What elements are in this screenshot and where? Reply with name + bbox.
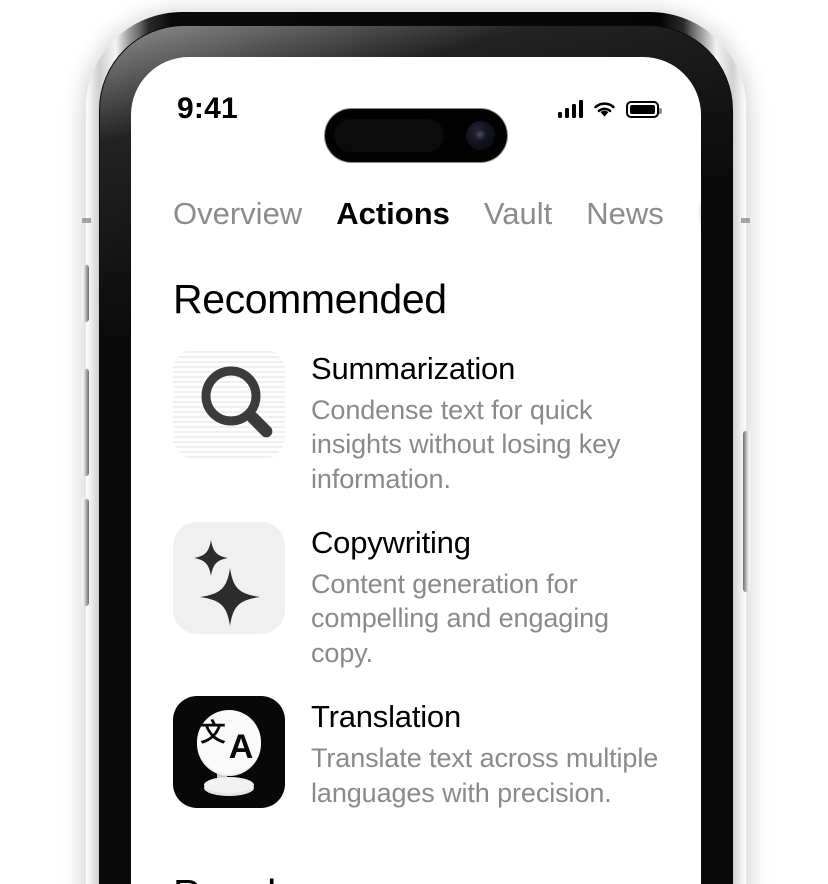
volume-up-button[interactable] [82, 368, 89, 476]
magnifying-glass-icon [173, 348, 285, 460]
list-item-title: Translation [311, 699, 461, 735]
list-item-description: Content generation for compelling and en… [311, 568, 609, 668]
phone-screen: 9:41 Overview Actions Vault News Recomme… [131, 57, 701, 884]
sparkles-icon [173, 522, 285, 635]
dynamic-island-pill [334, 119, 444, 152]
power-button[interactable] [743, 430, 750, 592]
volume-down-button[interactable] [82, 498, 89, 606]
signal-bars-icon [557, 100, 583, 118]
list-item[interactable]: Copywriting Content generation for compe… [173, 509, 659, 683]
list-item[interactable]: Summarization Condense text for quick in… [173, 335, 659, 509]
list-item-description: Condense text for quick insights without… [311, 394, 621, 494]
antenna-line-right [741, 218, 750, 223]
screenshot-canvas: 9:41 Overview Actions Vault News Recomme… [0, 0, 828, 884]
iphone-device-frame: 9:41 Overview Actions Vault News Recomme… [82, 12, 750, 884]
dynamic-island [325, 109, 507, 162]
tab-news[interactable]: News [586, 196, 664, 232]
tab-overview[interactable]: Overview [173, 196, 302, 232]
translate-globe-icon: 文 A [173, 696, 285, 809]
actions-content: Recommended Summarization Condense text … [131, 256, 701, 884]
list-item-description: Translate text across multiple languages… [311, 743, 659, 808]
antenna-line-left [82, 218, 91, 223]
status-bar-clock: 9:41 [177, 92, 238, 125]
list-item-title: Copywriting [311, 525, 471, 561]
status-bar-indicators [557, 100, 662, 119]
list-item-text: Translation Translate text across multip… [311, 696, 659, 810]
wifi-icon [594, 101, 615, 117]
tab-actions[interactable]: Actions [336, 196, 450, 232]
avatar[interactable] [697, 183, 701, 245]
section-title-popular: Popular [173, 871, 659, 884]
svg-text:A: A [229, 728, 254, 766]
action-button[interactable] [82, 264, 89, 322]
memoji-avatar-icon [698, 202, 701, 226]
tab-vault[interactable]: Vault [484, 196, 552, 232]
front-camera-icon [466, 121, 495, 150]
list-item-text: Copywriting Content generation for compe… [311, 522, 659, 670]
battery-icon [626, 100, 662, 118]
top-tab-bar: Overview Actions Vault News [131, 172, 701, 256]
list-item-text: Summarization Condense text for quick in… [311, 348, 659, 496]
list-item[interactable]: 文 A Translation Translate text across mu… [173, 683, 659, 823]
list-item-title: Summarization [311, 351, 516, 386]
svg-text:文: 文 [200, 718, 226, 747]
section-title-recommended: Recommended [173, 276, 447, 322]
